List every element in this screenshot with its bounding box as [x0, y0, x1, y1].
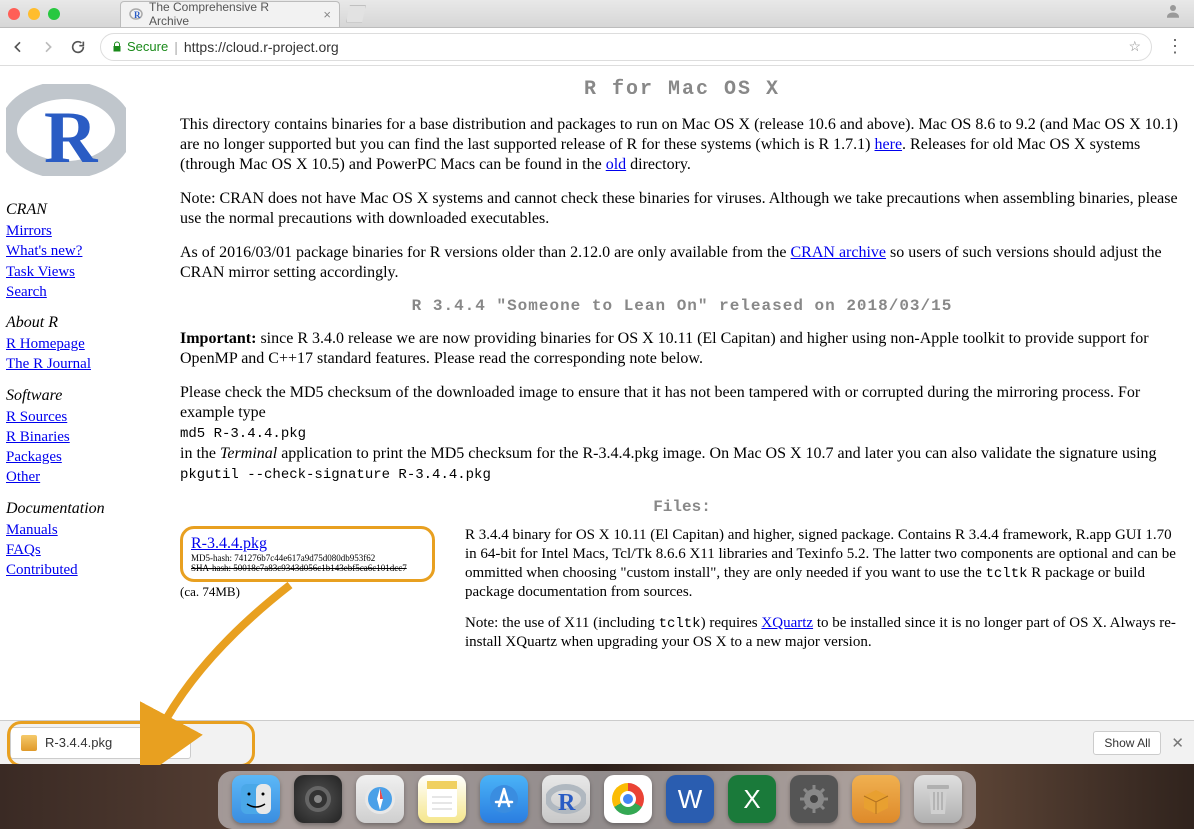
dock-sysprefs-icon[interactable] — [790, 775, 838, 823]
intro-paragraph: This directory contains binaries for a b… — [180, 115, 1184, 175]
file-size: (ca. 74MB) — [180, 584, 435, 600]
url-text: https://cloud.r-project.org — [184, 39, 339, 55]
window-controls — [8, 8, 60, 20]
download-more-icon[interactable]: ••• — [160, 735, 180, 750]
sidebar-link[interactable]: R Binaries — [6, 427, 164, 447]
secure-badge: Secure — [111, 39, 168, 54]
download-item[interactable]: R-3.4.4.pkg ••• — [10, 727, 191, 759]
secure-label: Secure — [127, 39, 168, 54]
highlight-box: R-3.4.4.pkg MD5-hash: 741276b7c44e617a9d… — [180, 526, 435, 582]
sidebar-link[interactable]: R Sources — [6, 407, 164, 427]
sidebar-link[interactable]: Mirrors — [6, 221, 164, 241]
svg-text:R: R — [44, 97, 99, 176]
link-xquartz[interactable]: XQuartz — [761, 615, 813, 631]
sidebar-link[interactable]: Packages — [6, 447, 164, 467]
dock-finder-icon[interactable] — [232, 775, 280, 823]
sidebar-link[interactable]: Task Views — [6, 262, 164, 282]
main-content: R for Mac OS X This directory contains b… — [170, 66, 1194, 720]
page-title: R for Mac OS X — [180, 78, 1184, 101]
sidebar-heading: Documentation — [6, 500, 164, 518]
download-link-r344[interactable]: R-3.4.4.pkg — [191, 535, 267, 552]
profile-icon[interactable] — [1164, 2, 1182, 25]
file-description: R 3.4.4 binary for OS X 10.11 (El Capita… — [465, 526, 1184, 664]
browser-tab[interactable]: R The Comprehensive R Archive × — [120, 1, 340, 27]
sidebar-heading: Software — [6, 387, 164, 405]
dock-appstore-icon[interactable] — [480, 775, 528, 823]
package-icon — [21, 735, 37, 751]
back-button[interactable] — [10, 39, 26, 55]
new-tab-button[interactable] — [346, 5, 366, 23]
reload-button[interactable] — [70, 39, 86, 55]
dock-chrome-icon[interactable] — [604, 775, 652, 823]
sidebar-heading: CRAN — [6, 201, 164, 219]
sidebar-link[interactable]: What's new? — [6, 241, 164, 261]
browser-toolbar: Secure | https://cloud.r-project.org ☆ ⋮ — [0, 28, 1194, 66]
files-row: R-3.4.4.pkg MD5-hash: 741276b7c44e617a9d… — [180, 526, 1184, 664]
dock-downloads-icon[interactable] — [852, 775, 900, 823]
desktop-background: R W X — [0, 764, 1194, 829]
forward-button[interactable] — [40, 39, 56, 55]
dock-trash-icon[interactable] — [914, 775, 962, 823]
tab-close-icon[interactable]: × — [323, 7, 331, 22]
important-paragraph: Important: since R 3.4.0 release we are … — [180, 329, 1184, 369]
dock-notes-icon[interactable] — [418, 775, 466, 823]
sidebar-link[interactable]: FAQs — [6, 540, 164, 560]
svg-text:R: R — [558, 790, 576, 815]
md5-hash: MD5-hash: 741276b7c44e617a9d75d080db953f… — [191, 553, 424, 563]
dock-word-icon[interactable]: W — [666, 775, 714, 823]
sidebar-link[interactable]: R Homepage — [6, 334, 164, 354]
link-here[interactable]: here — [875, 136, 903, 153]
lock-icon — [111, 41, 123, 53]
browser-menu-button[interactable]: ⋮ — [1166, 36, 1184, 57]
r-logo: R — [6, 84, 164, 181]
sidebar-link[interactable]: Search — [6, 282, 164, 302]
dock-launchpad-icon[interactable] — [294, 775, 342, 823]
bookmark-star-icon[interactable]: ☆ — [1128, 38, 1141, 55]
separator: | — [174, 39, 178, 55]
download-filename: R-3.4.4.pkg — [45, 735, 112, 750]
release-heading: R 3.4.4 "Someone to Lean On" released on… — [180, 297, 1184, 315]
dock-safari-icon[interactable] — [356, 775, 404, 823]
tab-title: The Comprehensive R Archive — [149, 0, 311, 28]
close-download-shelf-icon[interactable]: ✕ — [1171, 734, 1184, 752]
sidebar-link[interactable]: Manuals — [6, 520, 164, 540]
dock-excel-icon[interactable]: X — [728, 775, 776, 823]
sha-hash: SHA-hash: 50018c7a83c9343d056c1b143ebf5c… — [191, 563, 424, 573]
file-download-cell: R-3.4.4.pkg MD5-hash: 741276b7c44e617a9d… — [180, 526, 435, 664]
window-titlebar: R The Comprehensive R Archive × — [0, 0, 1194, 28]
svg-text:R: R — [134, 10, 141, 20]
dock: R W X — [218, 771, 976, 829]
minimize-window-button[interactable] — [28, 8, 40, 20]
show-all-downloads-button[interactable]: Show All — [1093, 731, 1161, 755]
download-shelf: R-3.4.4.pkg ••• Show All ✕ — [0, 720, 1194, 764]
files-heading: Files: — [180, 498, 1184, 516]
sidebar-heading: About R — [6, 314, 164, 332]
checksum-paragraph: Please check the MD5 checksum of the dow… — [180, 383, 1184, 484]
sidebar-link[interactable]: The R Journal — [6, 354, 164, 374]
archive-note: As of 2016/03/01 package binaries for R … — [180, 243, 1184, 283]
link-old[interactable]: old — [606, 156, 626, 173]
dock-r-icon[interactable]: R — [542, 775, 590, 823]
close-window-button[interactable] — [8, 8, 20, 20]
address-bar[interactable]: Secure | https://cloud.r-project.org ☆ — [100, 33, 1152, 61]
sidebar: R CRAN MirrorsWhat's new?Task ViewsSearch… — [0, 66, 170, 720]
favicon-r-icon: R — [129, 7, 143, 21]
sidebar-link[interactable]: Contributed — [6, 560, 164, 580]
link-cran-archive[interactable]: CRAN archive — [791, 244, 887, 261]
zoom-window-button[interactable] — [48, 8, 60, 20]
sidebar-link[interactable]: Other — [6, 467, 164, 487]
page-body: R CRAN MirrorsWhat's new?Task ViewsSearch… — [0, 66, 1194, 720]
virus-note: Note: CRAN does not have Mac OS X system… — [180, 189, 1184, 229]
